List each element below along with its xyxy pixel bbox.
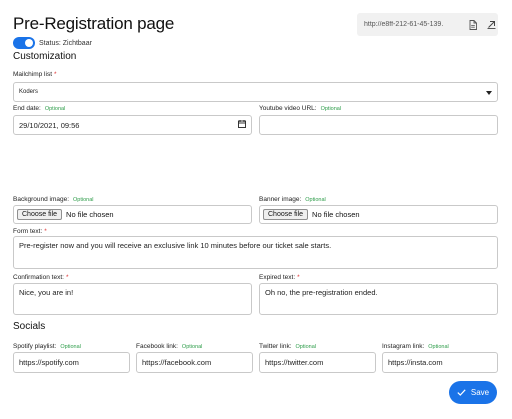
background-image-input[interactable]: Choose file No file chosen: [13, 205, 252, 224]
document-icon[interactable]: [466, 18, 480, 32]
choose-file-button[interactable]: Choose file: [17, 209, 63, 220]
optional-tag: Optional: [44, 106, 66, 112]
external-link-icon[interactable]: [484, 18, 498, 32]
confirmation-text-label: Confirmation text: *: [13, 274, 69, 281]
optional-tag: Optional: [305, 197, 326, 203]
file-status: No file chosen: [312, 210, 360, 219]
background-image-label: Background image: Optional: [13, 196, 94, 203]
form-text-label: Form text: *: [13, 228, 47, 235]
optional-tag: Optional: [73, 197, 94, 203]
optional-tag: Optional: [181, 344, 203, 350]
save-button[interactable]: Save: [449, 381, 497, 404]
banner-image-input[interactable]: Choose file No file chosen: [259, 205, 498, 224]
instagram-input[interactable]: https://insta.com: [382, 352, 498, 373]
expired-text-label: Expired text: *: [259, 274, 300, 281]
page-url: http://e8ff-212-61-45-139.: [364, 21, 444, 28]
page-title: Pre-Registration page: [13, 14, 175, 33]
youtube-label: Youtube video URL: Optional: [259, 105, 342, 112]
required-mark: *: [54, 71, 57, 78]
end-date-value: 29/10/2021, 09:56: [19, 120, 80, 130]
required-mark: *: [44, 228, 47, 235]
end-date-label: End date: Optional: [13, 105, 66, 112]
optional-tag: Optional: [60, 344, 81, 350]
customization-title: Customization: [13, 51, 77, 62]
spotify-label: Spotify playlist: Optional: [13, 343, 81, 350]
file-status: No file chosen: [66, 210, 114, 219]
required-mark: *: [65, 274, 69, 281]
twitter-label: Twitter link: Optional: [259, 343, 317, 350]
instagram-label: Instagram link: Optional: [382, 343, 449, 350]
banner-image-label: Banner image: Optional: [259, 196, 326, 203]
visibility-toggle[interactable]: [13, 37, 35, 49]
socials-title: Socials: [13, 321, 46, 332]
optional-tag: Optional: [428, 344, 449, 350]
youtube-input[interactable]: [259, 115, 498, 135]
spotify-input[interactable]: https://spotify.com: [13, 352, 130, 373]
expired-text-area[interactable]: Oh no, the pre-registration ended.: [259, 283, 498, 315]
mailchimp-select[interactable]: Koders: [13, 82, 498, 102]
chevron-down-icon: [486, 88, 492, 97]
url-box: http://e8ff-212-61-45-139.: [357, 13, 498, 36]
mailchimp-label: Mailchimp list *: [13, 71, 57, 78]
status-label: Status: Zichtbaar: [39, 39, 92, 47]
calendar-icon[interactable]: [238, 120, 246, 130]
optional-tag: Optional: [295, 344, 317, 350]
twitter-input[interactable]: https://twitter.com: [259, 352, 376, 373]
facebook-input[interactable]: https://facebook.com: [136, 352, 253, 373]
optional-tag: Optional: [320, 106, 342, 112]
confirmation-text-area[interactable]: Nice, you are in!: [13, 283, 252, 315]
choose-file-button[interactable]: Choose file: [263, 209, 309, 220]
facebook-label: Facebook link: Optional: [136, 343, 203, 350]
check-icon: [457, 389, 466, 396]
required-mark: *: [297, 274, 300, 281]
toggle-knob: [25, 39, 33, 47]
mailchimp-value: Koders: [19, 89, 39, 95]
end-date-input[interactable]: 29/10/2021, 09:56: [13, 115, 252, 135]
form-text-area[interactable]: Pre-register now and you will receive an…: [13, 236, 498, 269]
save-label: Save: [470, 388, 490, 397]
status-row: Status: Zichtbaar: [13, 37, 92, 49]
